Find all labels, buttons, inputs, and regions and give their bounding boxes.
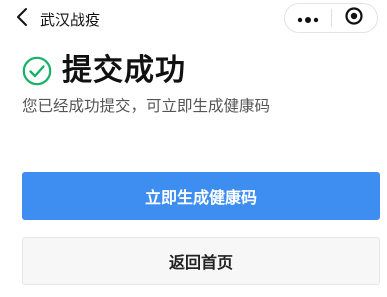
chevron-left-icon [15, 7, 29, 31]
back-button[interactable] [8, 5, 36, 33]
generate-health-code-button[interactable]: 立即生成健康码 [22, 172, 380, 220]
mini-program-capsule [284, 3, 378, 33]
check-circle-icon [22, 56, 52, 86]
success-header: 提交成功 [22, 51, 186, 91]
success-page: 武汉战疫 提交成功 您已经成功提交，可立即生成健康码 立即生成健康码 返回首页 [0, 0, 387, 297]
return-home-button[interactable]: 返回首页 [22, 237, 380, 285]
more-dots-icon [297, 9, 319, 28]
close-button[interactable] [331, 4, 377, 32]
more-button[interactable] [285, 4, 331, 32]
success-title: 提交成功 [62, 53, 186, 88]
success-message: 您已经成功提交，可立即生成健康码 [22, 97, 271, 115]
navigation-bar: 武汉战疫 [0, 0, 387, 40]
nav-title: 武汉战疫 [40, 11, 101, 29]
target-circle-icon [344, 6, 364, 30]
